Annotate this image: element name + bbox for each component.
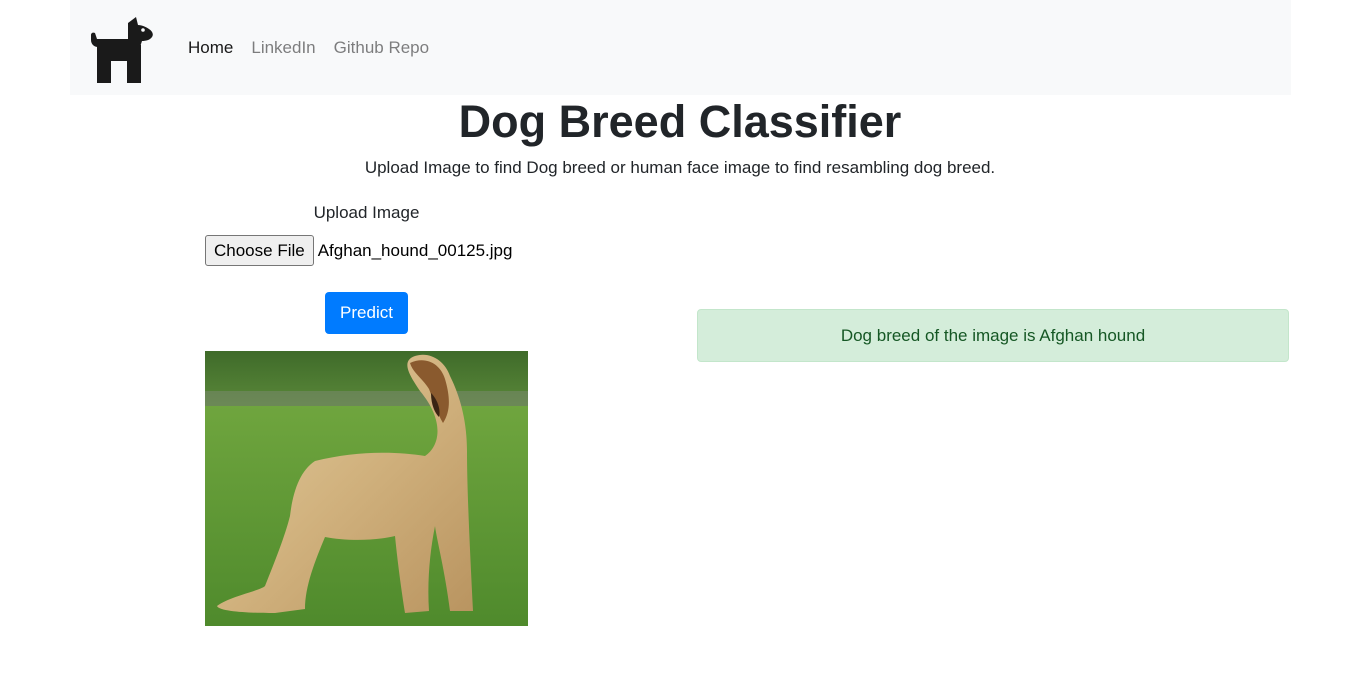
dog-icon[interactable] (88, 16, 158, 83)
upload-label: Upload Image (313, 203, 420, 222)
page-title: Dog Breed Classifier (458, 96, 902, 147)
dog-preview-image (205, 351, 528, 626)
file-input[interactable]: Choose File Afghan_hound_00125.jpg (205, 235, 512, 266)
result-alert: Dog breed of the image is Afghan hound (697, 309, 1289, 362)
nav-github-link[interactable]: Github Repo (334, 38, 429, 58)
nav-linkedin-link[interactable]: LinkedIn (251, 38, 315, 58)
predict-button[interactable]: Predict (325, 292, 408, 334)
selected-file-name: Afghan_hound_00125.jpg (317, 240, 513, 260)
choose-file-button[interactable]: Choose File (205, 235, 314, 266)
nav-links: Home LinkedIn Github Repo (188, 38, 447, 58)
navbar: Home LinkedIn Github Repo (70, 0, 1291, 95)
page-subtitle: Upload Image to find Dog breed or human … (364, 158, 996, 177)
nav-home-link[interactable]: Home (188, 38, 233, 58)
